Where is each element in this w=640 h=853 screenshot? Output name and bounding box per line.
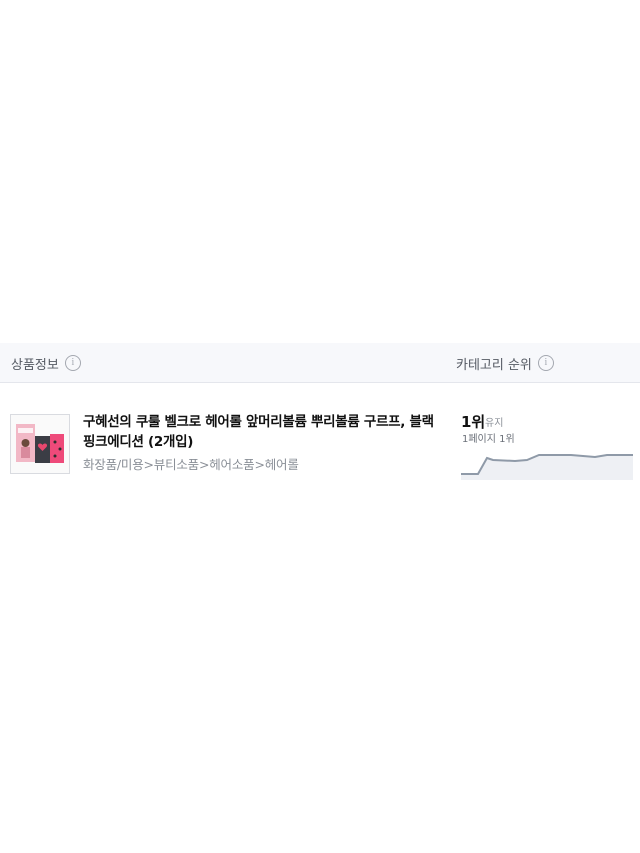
product-image [11, 415, 69, 473]
header-category-rank-label: 카테고리 순위 [456, 357, 532, 373]
info-icon[interactable]: i [537, 355, 554, 371]
header-product-info-label: 상품정보 [11, 357, 59, 373]
page-rank: 1페이지 1위 [462, 434, 515, 445]
info-icon[interactable]: i [64, 355, 81, 371]
page: 상품정보 i 카테고리 순위 i 구혜선의 쿠룰 벨크로 헤어롤 앞머리볼륨 뿌… [0, 0, 640, 853]
header-category-rank: 카테고리 순위 i [456, 343, 554, 383]
rank-value: 1위 [461, 413, 486, 431]
header-product-info: 상품정보 i [11, 343, 81, 383]
rank-trend-chart [461, 454, 633, 480]
category-path: 화장품/미용>뷰티소품>헤어소품>헤어롤 [83, 457, 299, 472]
product-thumbnail[interactable] [10, 414, 70, 474]
product-title[interactable]: 구혜선의 쿠룰 벨크로 헤어롤 앞머리볼륨 뿌리볼륨 구르프, 블랙핑크에디션 … [83, 412, 438, 452]
rank-change: 유지 [485, 418, 504, 429]
table-header: 상품정보 i 카테고리 순위 i [0, 343, 640, 383]
product-row: 구혜선의 쿠룰 벨크로 헤어롤 앞머리볼륨 뿌리볼륨 구르프, 블랙핑크에디션 … [0, 384, 640, 494]
